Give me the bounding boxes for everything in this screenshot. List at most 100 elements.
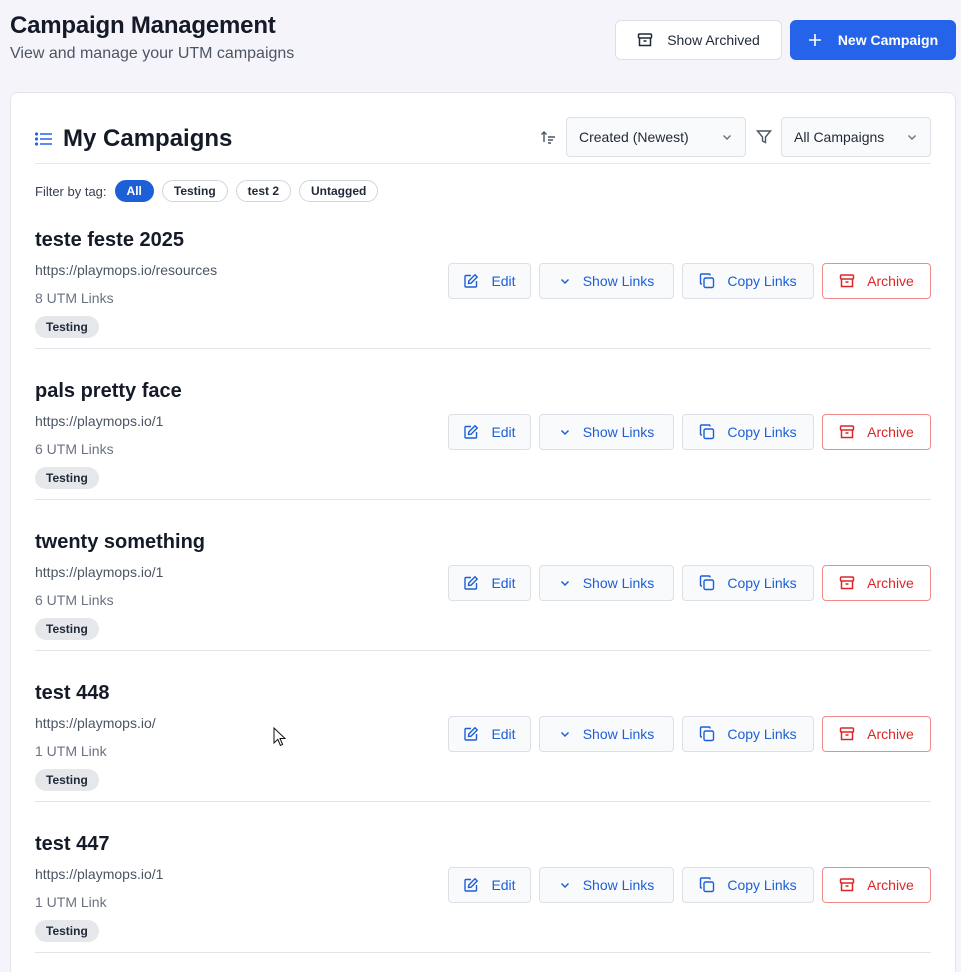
copy-icon <box>700 726 715 742</box>
header-actions: Show Archived New Campaign <box>615 20 956 60</box>
archive-icon <box>839 425 855 439</box>
copy-links-label: Copy Links <box>727 575 797 591</box>
show-links-button[interactable]: Show Links <box>539 565 674 601</box>
archive-icon <box>839 878 855 892</box>
new-campaign-button[interactable]: New Campaign <box>790 20 956 60</box>
show-links-button[interactable]: Show Links <box>539 414 674 450</box>
campaign-url: https://playmops.io/1 <box>35 564 164 580</box>
show-links-button[interactable]: Show Links <box>539 716 674 752</box>
campaign-actions: Edit Show Links Copy Links Archive <box>448 414 931 450</box>
list-controls: Created (Newest) All Campaigns <box>540 117 931 157</box>
show-links-label: Show Links <box>582 273 655 289</box>
chevron-down-icon <box>560 731 569 738</box>
edit-icon <box>464 273 479 288</box>
campaign-tag: Testing <box>35 618 99 640</box>
archive-button[interactable]: Archive <box>822 414 931 450</box>
tag-filter-testing[interactable]: Testing <box>161 180 228 202</box>
sort-icon <box>541 131 555 144</box>
chevron-down-icon <box>560 278 569 285</box>
edit-label: Edit <box>491 877 516 893</box>
copy-links-button[interactable]: Copy Links <box>682 263 814 299</box>
archive-icon <box>839 274 855 288</box>
campaign-tag: Testing <box>35 920 99 942</box>
sort-select[interactable]: Created (Newest) <box>566 117 746 157</box>
edit-label: Edit <box>491 575 516 591</box>
edit-button[interactable]: Edit <box>448 716 531 752</box>
campaign-link-count: 8 UTM Links <box>35 290 114 306</box>
campaign-item: teste feste 2025 https://playmops.io/res… <box>35 229 931 349</box>
show-links-label: Show Links <box>582 726 655 742</box>
campaign-filter-select[interactable]: All Campaigns <box>781 117 931 157</box>
archive-button[interactable]: Archive <box>822 263 931 299</box>
archive-button[interactable]: Archive <box>822 565 931 601</box>
archive-label: Archive <box>867 575 914 591</box>
campaign-title: pals pretty face <box>35 380 182 402</box>
copy-links-label: Copy Links <box>727 273 797 289</box>
edit-button[interactable]: Edit <box>448 414 531 450</box>
campaign-link-count: 6 UTM Links <box>35 441 114 457</box>
copy-icon <box>700 273 715 289</box>
edit-button[interactable]: Edit <box>448 565 531 601</box>
copy-links-button[interactable]: Copy Links <box>682 565 814 601</box>
campaign-item: pals pretty face https://playmops.io/1 6… <box>35 380 931 500</box>
show-archived-button[interactable]: Show Archived <box>615 20 782 60</box>
show-links-button[interactable]: Show Links <box>539 867 674 903</box>
edit-label: Edit <box>491 273 516 289</box>
show-links-button[interactable]: Show Links <box>539 263 674 299</box>
campaign-title: teste feste 2025 <box>35 229 184 251</box>
campaign-url: https://playmops.io/ <box>35 715 156 731</box>
tag-filter-all[interactable]: All <box>114 180 154 202</box>
plus-icon <box>808 34 821 46</box>
campaign-tag: Testing <box>35 769 99 791</box>
show-links-label: Show Links <box>582 877 655 893</box>
edit-icon <box>464 726 479 741</box>
copy-links-button[interactable]: Copy Links <box>682 414 814 450</box>
edit-icon <box>464 877 479 892</box>
campaign-filter-value: All Campaigns <box>794 129 885 145</box>
card-title: My Campaigns <box>35 125 232 153</box>
show-links-label: Show Links <box>582 575 655 591</box>
archive-label: Archive <box>867 726 914 742</box>
archive-icon <box>839 727 855 741</box>
copy-icon <box>700 575 715 591</box>
campaign-actions: Edit Show Links Copy Links Archive <box>448 867 931 903</box>
campaign-actions: Edit Show Links Copy Links Archive <box>448 565 931 601</box>
campaign-item: twenty something https://playmops.io/1 6… <box>35 531 931 651</box>
campaign-tag: Testing <box>35 316 99 338</box>
campaign-item: test 448 https://playmops.io/ 1 UTM Link… <box>35 682 931 802</box>
edit-label: Edit <box>491 424 516 440</box>
archive-icon <box>637 33 653 47</box>
card-title-label: My Campaigns <box>63 125 233 152</box>
campaign-actions: Edit Show Links Copy Links Archive <box>448 263 931 299</box>
tag-filter-untagged[interactable]: Untagged <box>299 180 379 202</box>
edit-icon <box>464 575 479 590</box>
campaign-url: https://playmops.io/1 <box>35 413 164 429</box>
copy-links-button[interactable]: Copy Links <box>682 867 814 903</box>
show-links-label: Show Links <box>582 424 655 440</box>
chevron-down-icon <box>560 429 569 436</box>
campaigns-card: My Campaigns Created (Newest) All Campai… <box>10 92 956 972</box>
copy-icon <box>700 424 715 440</box>
edit-button[interactable]: Edit <box>448 867 531 903</box>
card-header: My Campaigns Created (Newest) All Campai… <box>35 117 931 164</box>
new-campaign-label: New Campaign <box>837 32 939 48</box>
edit-button[interactable]: Edit <box>448 263 531 299</box>
page-header: Campaign Management View and manage your… <box>10 12 956 72</box>
archive-button[interactable]: Archive <box>822 867 931 903</box>
show-archived-label: Show Archived <box>667 32 760 48</box>
chevron-down-icon <box>560 580 569 587</box>
campaign-link-count: 6 UTM Links <box>35 592 114 608</box>
campaign-actions: Edit Show Links Copy Links Archive <box>448 716 931 752</box>
archive-label: Archive <box>867 424 914 440</box>
list-icon <box>35 132 52 146</box>
sort-select-value: Created (Newest) <box>579 129 689 145</box>
chevron-down-icon <box>723 135 731 140</box>
tag-filter-test-2[interactable]: test 2 <box>235 180 292 202</box>
archive-button[interactable]: Archive <box>822 716 931 752</box>
campaign-link-count: 1 UTM Link <box>35 743 107 759</box>
copy-links-label: Copy Links <box>727 726 797 742</box>
copy-links-button[interactable]: Copy Links <box>682 716 814 752</box>
edit-label: Edit <box>491 726 516 742</box>
campaign-link-count: 1 UTM Link <box>35 894 107 910</box>
archive-label: Archive <box>867 273 914 289</box>
